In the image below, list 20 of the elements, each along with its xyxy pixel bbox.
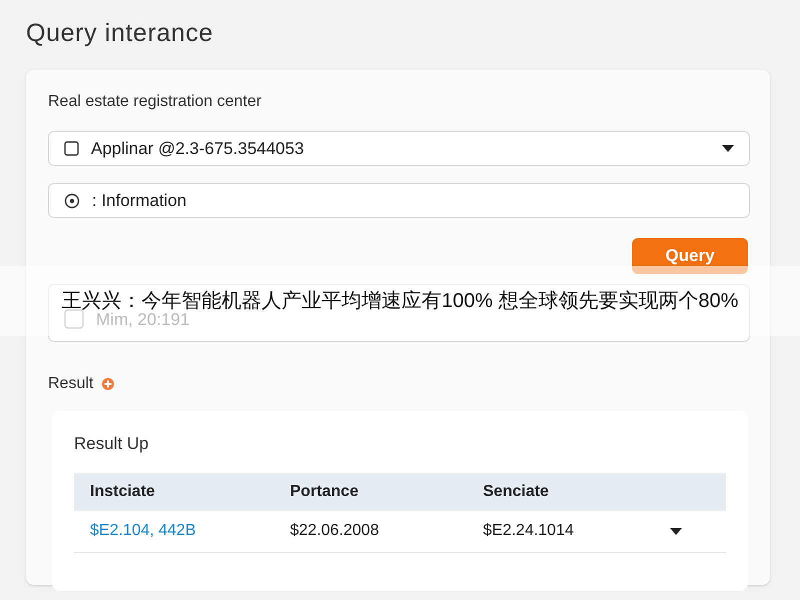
- form-heading: Real estate registration center: [48, 92, 262, 112]
- caret-icon[interactable]: [670, 528, 682, 534]
- checkbox-icon: [64, 309, 84, 329]
- result-label: Result: [48, 374, 94, 394]
- result-card-title: Result Up: [74, 433, 149, 455]
- column-header: Senciate: [483, 482, 549, 502]
- page-title: Query interance: [26, 18, 214, 49]
- query-button[interactable]: Query: [632, 238, 748, 274]
- column-header: Portance: [290, 482, 358, 502]
- eye-icon: [64, 192, 80, 208]
- table-cell-text: $E2.24.1014: [483, 521, 574, 541]
- dropdown[interactable]: Applinar @2.3-675.3544053: [48, 131, 750, 166]
- checkbox-icon: [64, 141, 79, 156]
- input-field[interactable]: : Information: [48, 183, 750, 218]
- column-header: Instciate: [90, 482, 155, 502]
- caret-icon: [722, 145, 734, 152]
- table-link[interactable]: $E2.104, 442B: [90, 519, 196, 543]
- table-cell-text: $22.06.2008: [290, 521, 379, 541]
- headline-text: 王兴兴：今年智能机器人产业平均增速应有100% 想全球领先要实现两个80%: [62, 289, 738, 312]
- badge-icon: [101, 377, 116, 391]
